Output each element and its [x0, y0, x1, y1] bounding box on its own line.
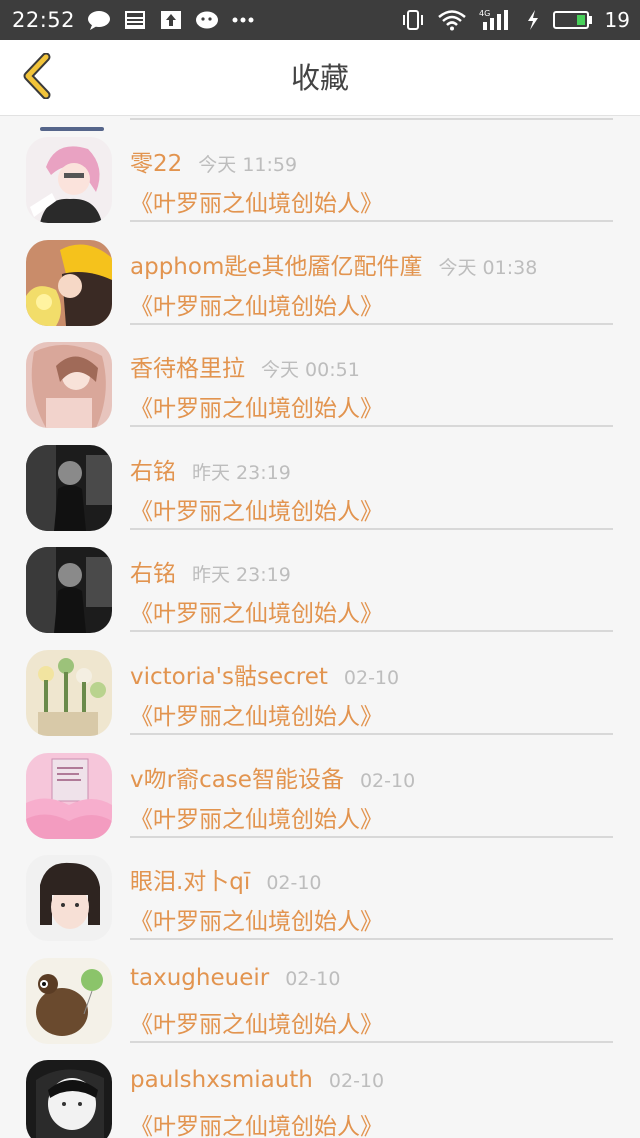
item-time: 02-10 [328, 1070, 385, 1093]
item-subtitle: 《叶罗丽之仙境创始人》 [130, 601, 383, 628]
avatar[interactable] [26, 1060, 112, 1138]
message-icon [87, 10, 111, 30]
svg-text:4G: 4G [479, 9, 490, 18]
item-subtitle: 《叶罗丽之仙境创始人》 [130, 191, 383, 217]
item-time: 昨天 23:19 [192, 564, 291, 587]
item-time: 02-10 [343, 667, 400, 689]
item-subtitle: 《叶罗丽之仙境创始人》 [130, 1114, 383, 1138]
avatar[interactable] [26, 855, 112, 942]
status-bar: 22:52 4G 19 [0, 0, 640, 40]
charging-icon [525, 10, 541, 30]
item-name: paulshxsmiauth 02-10 [130, 1067, 385, 1094]
avatar[interactable] [26, 650, 112, 736]
item-name: victoria's骷secret 02-10 [130, 664, 400, 690]
page-title: 收藏 [290, 61, 349, 95]
item-subtitle: 《叶罗丽之仙境创始人》 [130, 293, 383, 320]
item-time: 02-10 [285, 967, 341, 990]
list-item[interactable]: 香待格里拉 今天 00:51 《叶罗丽之仙境创始人》 [0, 321, 640, 429]
list-item[interactable]: 右铭 昨天 23:19 《叶罗丽之仙境创始人》 [0, 526, 640, 634]
list-item[interactable]: taxugheueir 02-10 《叶罗丽之仙境创始人》 [0, 937, 640, 1044]
avatar[interactable] [26, 342, 112, 429]
item-subtitle: 《叶罗丽之仙境创始人》 [130, 806, 383, 833]
signal-icon: 4G [479, 9, 513, 30]
list-item[interactable]: victoria's骷secret 02-10 《叶罗丽之仙境创始人》 [0, 629, 640, 736]
news-icon [123, 10, 147, 30]
item-time: 今天 00:51 [261, 359, 360, 382]
nav-bar: 收藏 [0, 40, 640, 116]
avatar[interactable] [26, 239, 112, 326]
list-item[interactable]: 零22 今天 11:59 《叶罗丽之仙境创始人》 [0, 116, 640, 223]
item-name: 右铭 昨天 23:19 [130, 458, 291, 485]
battery-level: 19 [604, 8, 630, 32]
more-dots-icon [231, 10, 255, 30]
list-item[interactable]: 眼泪.对卜qī 02-10 《叶罗丽之仙境创始人》 [0, 834, 640, 942]
system-icons: 4G 19 [401, 0, 630, 40]
avatar[interactable] [26, 444, 112, 531]
list-item[interactable]: paulshxsmiauth 02-10 《叶罗丽之仙境创始人》 [0, 1039, 640, 1138]
item-name: 眼泪.对卜qī 02-10 [130, 869, 322, 896]
item-subtitle: 《叶罗丽之仙境创始人》 [130, 1011, 383, 1038]
upload-icon [159, 10, 183, 30]
vibrate-icon [401, 10, 425, 30]
item-name: v吻r窬case智能设备 02-10 [130, 766, 416, 793]
item-name: 零22 今天 11:59 [130, 151, 298, 177]
battery-icon [552, 10, 593, 30]
item-name: taxugheueir 02-10 [130, 964, 341, 991]
favorites-list: 零22 今天 11:59 《叶罗丽之仙境创始人》 apphom匙e其他靥亿配件廑今… [0, 116, 640, 1138]
item-time: 02-10 [359, 769, 416, 792]
item-subtitle: 《叶罗丽之仙境创始人》 [130, 396, 383, 423]
avatar[interactable] [26, 957, 112, 1044]
item-time: 今天 01:38 [438, 256, 538, 279]
list-item[interactable]: apphom匙e其他靥亿配件廑 今天 01:38 《叶罗丽之仙境创始人》 [0, 219, 640, 326]
avatar[interactable] [26, 547, 112, 634]
wifi-icon [437, 10, 467, 31]
item-subtitle: 《叶罗丽之仙境创始人》 [130, 498, 383, 525]
avatar[interactable] [26, 752, 112, 839]
item-time: 昨天 23:19 [192, 461, 291, 484]
list-item[interactable]: 右铭 昨天 23:19 《叶罗丽之仙境创始人》 [0, 424, 640, 531]
item-name: apphom匙e其他靥亿配件廑 今天 01:38 [130, 253, 538, 280]
item-subtitle: 《叶罗丽之仙境创始人》 [130, 909, 383, 936]
item-time: 02-10 [266, 872, 322, 895]
item-name: 右铭 昨天 23:19 [130, 561, 291, 588]
wechat-icon [195, 10, 219, 30]
item-time: 今天 11:59 [198, 154, 298, 176]
notification-icons [87, 10, 255, 30]
item-subtitle: 《叶罗丽之仙境创始人》 [130, 704, 383, 730]
item-name: 香待格里拉 今天 00:51 [130, 356, 360, 383]
avatar[interactable] [26, 137, 112, 223]
status-time: 22:52 [12, 8, 76, 32]
list-item[interactable]: v吻r窬case智能设备 02-10 《叶罗丽之仙境创始人》 [0, 732, 640, 839]
